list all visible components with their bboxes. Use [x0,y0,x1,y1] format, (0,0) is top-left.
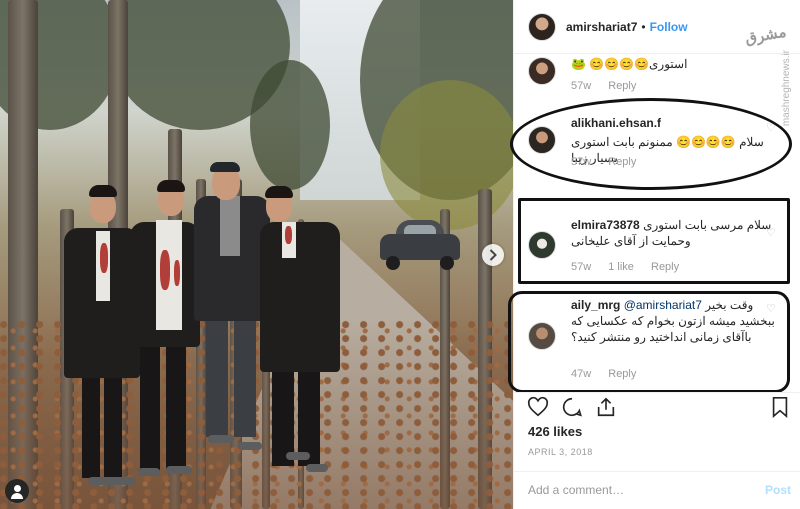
post-side-panel: amirshariat7 • Follow مشرق mashreghnews.… [508,0,800,509]
bookmark-icon[interactable] [769,396,791,418]
avatar[interactable] [528,57,556,85]
watermark-site: mashreghnews.ir [781,50,792,127]
action-bar [514,392,800,422]
reply-button[interactable]: Reply [608,80,636,92]
annotation-oval [510,98,792,190]
add-comment-input[interactable] [528,483,748,497]
follow-button[interactable]: Follow [650,20,688,34]
comment-icon[interactable] [561,396,583,418]
tree-canopy [380,80,513,230]
avatar[interactable] [528,12,556,41]
annotation-rectangle [518,198,790,284]
likes-count[interactable]: 426 likes [528,424,582,439]
comment-age: 57w [571,80,592,92]
chevron-right-icon[interactable] [482,244,504,266]
vintage-car [380,220,460,270]
annotation-rounded-rectangle [508,291,790,393]
user-tag-icon[interactable] [5,479,29,503]
post-button[interactable]: Post [765,483,791,497]
post-date: APRIL 3, 2018 [528,447,593,457]
post-photo[interactable] [0,0,513,509]
add-comment-bar: Post [514,471,800,509]
header-username[interactable]: amirshariat7 [566,20,637,34]
separator-dot: • [641,19,646,34]
share-icon[interactable] [595,396,617,418]
heart-icon[interactable] [527,396,549,418]
comment-text: استوری😊😊😊😊 🐸 [571,57,688,71]
tree-canopy [250,60,330,190]
